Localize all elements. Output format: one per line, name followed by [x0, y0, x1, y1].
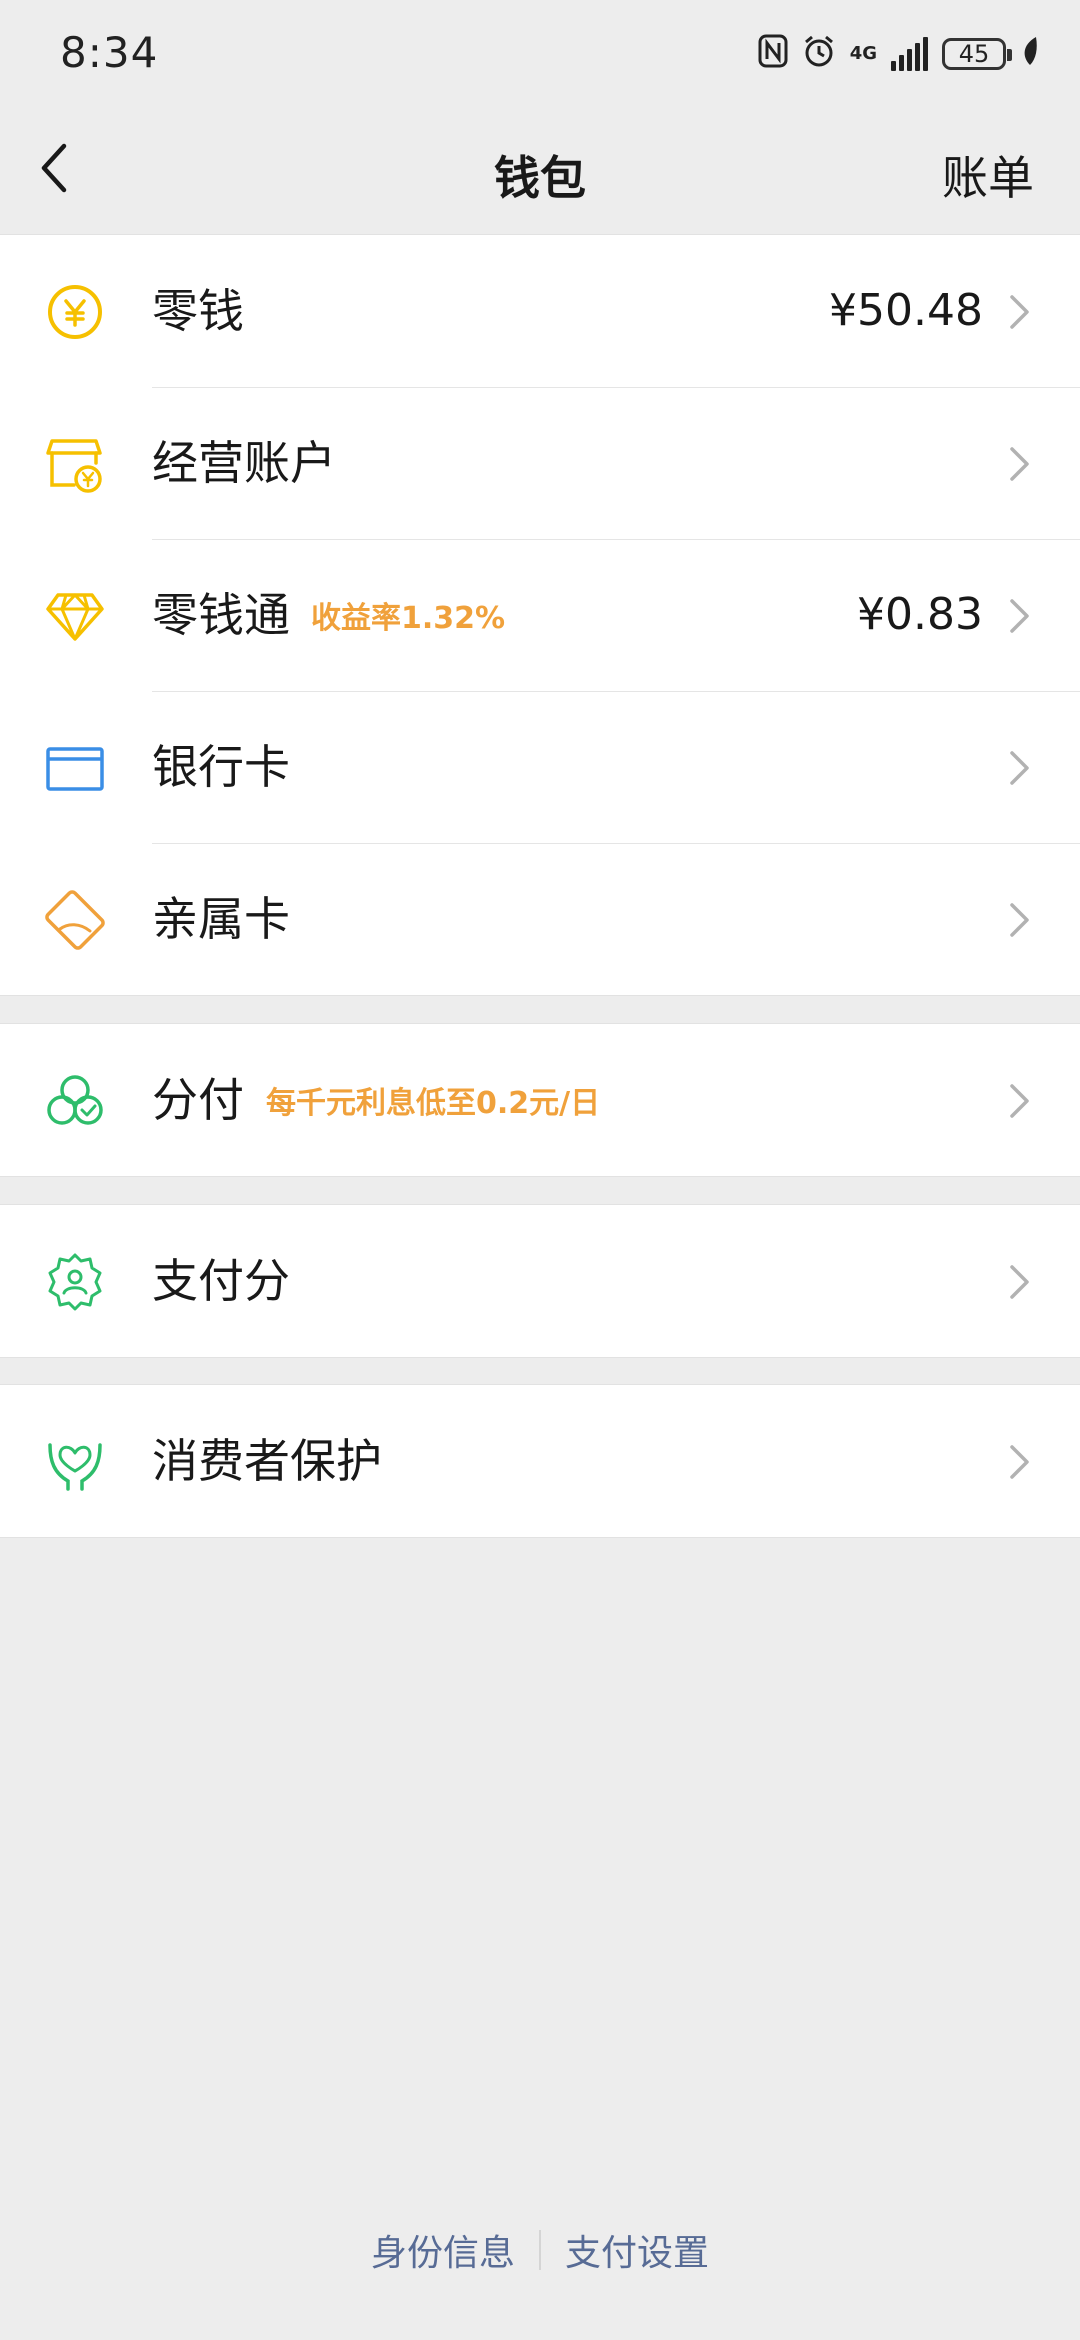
wallet-group-pay-score: 支付分: [0, 1204, 1080, 1358]
list-item-fenfu[interactable]: 分付 每千元利息低至0.2元/日: [0, 1024, 1080, 1176]
nfc-icon: [758, 34, 788, 74]
wallet-group-fenfu: 分付 每千元利息低至0.2元/日: [0, 1023, 1080, 1177]
status-time: 8:34: [60, 28, 159, 77]
bank-card-icon: [46, 747, 104, 791]
family-card-icon: [45, 890, 105, 950]
yen-coin-icon: [48, 285, 102, 339]
status-bar: 8:34 4G 45: [0, 0, 1080, 108]
network-type: 4G: [849, 43, 877, 64]
yield-rate-badge: 收益率1.32%: [311, 601, 506, 636]
item-label: 亲属卡: [152, 892, 290, 946]
chevron-right-icon: [1010, 295, 1029, 329]
item-label: 经营账户: [152, 436, 336, 490]
bill-button[interactable]: 账单: [942, 142, 1034, 208]
footer-divider: [539, 2230, 541, 2270]
fenfu-icon: [47, 1075, 103, 1125]
item-label: 银行卡: [152, 740, 290, 794]
leaf-icon: [1020, 35, 1040, 73]
store-icon: [46, 439, 102, 493]
list-item-change[interactable]: 零钱 ¥50.48: [0, 235, 1080, 387]
battery-level: 45: [958, 40, 990, 68]
item-label: 分付: [152, 1073, 244, 1127]
pay-score-icon: [48, 1253, 102, 1311]
list-item-pay-score[interactable]: 支付分: [0, 1205, 1080, 1357]
chevron-right-icon: [1010, 1265, 1029, 1299]
list-item-family-card[interactable]: 亲属卡: [0, 843, 1080, 995]
chevron-right-icon: [1010, 1445, 1029, 1479]
item-label: 消费者保护: [152, 1434, 382, 1488]
alarm-icon: [802, 34, 836, 74]
status-icons: 4G 45: [758, 30, 1040, 78]
payment-settings-link[interactable]: 支付设置: [565, 2224, 709, 2276]
consumer-protection-icon: [48, 1443, 102, 1491]
identity-info-link[interactable]: 身份信息: [371, 2224, 515, 2276]
item-label: 支付分: [152, 1254, 290, 1308]
list-item-business-account[interactable]: 经营账户: [0, 387, 1080, 539]
item-value: ¥0.83: [857, 589, 983, 640]
wallet-group-main: 零钱 ¥50.48 经营账户 零钱通 收益率1.32% ¥0.83 银行卡 亲属…: [0, 234, 1080, 996]
chevron-right-icon: [1010, 1084, 1029, 1118]
item-value: ¥50.48: [829, 285, 983, 336]
footer-links: 身份信息 支付设置: [0, 2220, 1080, 2280]
item-label: 零钱: [152, 284, 244, 338]
list-item-consumer-protection[interactable]: 消费者保护: [0, 1385, 1080, 1537]
list-item-lingqiantong[interactable]: 零钱通 收益率1.32% ¥0.83: [0, 539, 1080, 691]
page-title: 钱包: [494, 151, 586, 205]
item-label: 零钱通: [152, 588, 290, 642]
interest-badge: 每千元利息低至0.2元/日: [266, 1086, 601, 1121]
battery-icon: 45: [942, 38, 1012, 70]
signal-icon: [891, 37, 928, 71]
chevron-right-icon: [1010, 599, 1029, 633]
diamond-icon: [46, 593, 104, 641]
chevron-right-icon: [1010, 903, 1029, 937]
chevron-right-icon: [1010, 447, 1029, 481]
wallet-group-consumer-protection: 消费者保护: [0, 1384, 1080, 1538]
chevron-right-icon: [1010, 751, 1029, 785]
nav-bar: 钱包 账单: [0, 108, 1080, 234]
list-item-bank-card[interactable]: 银行卡: [0, 691, 1080, 843]
